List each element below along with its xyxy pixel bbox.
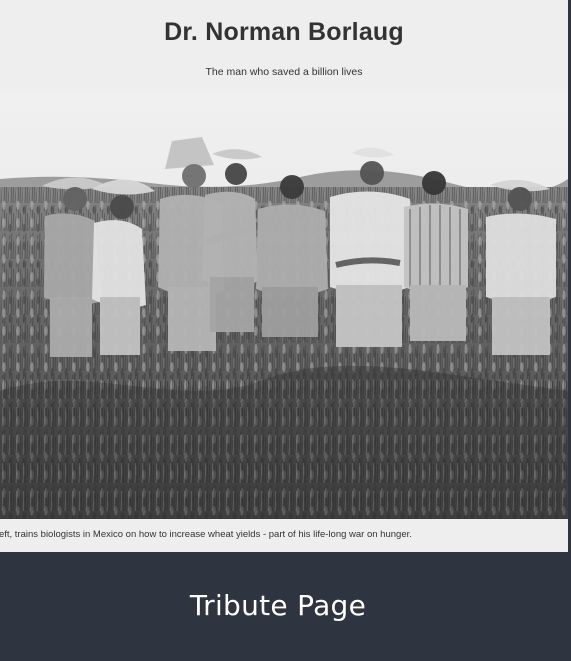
page-subtitle: The man who saved a billion lives <box>205 66 363 78</box>
tribute-card: Dr. Norman Borlaug The man who saved a b… <box>0 0 568 552</box>
footer-title: Tribute Page <box>189 589 367 622</box>
footer: Tribute Page <box>0 552 568 661</box>
wheat-field-photo <box>0 91 568 519</box>
page-title: Dr. Norman Borlaug <box>164 18 404 46</box>
photo-caption-text: Dr. Norman Borlaug, third from the left,… <box>0 529 412 540</box>
tribute-photo <box>0 91 568 519</box>
photo-caption: Dr. Norman Borlaug, third from the left,… <box>0 528 568 542</box>
